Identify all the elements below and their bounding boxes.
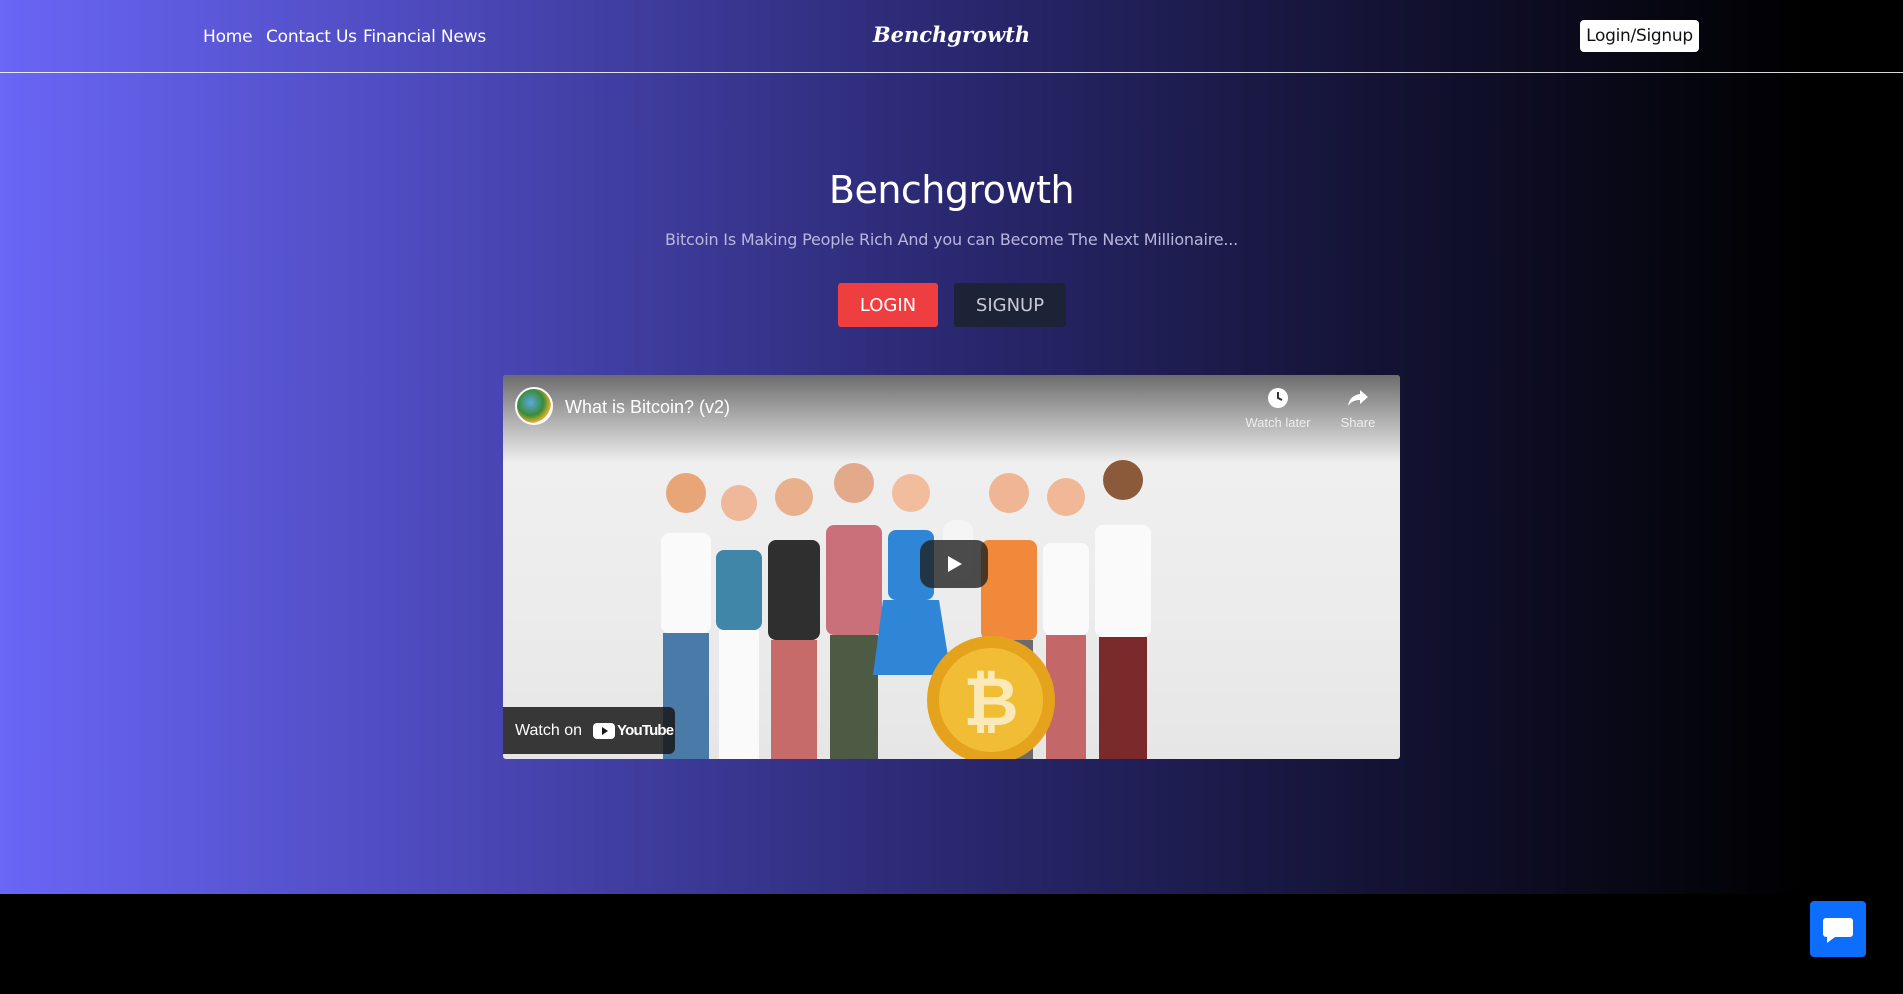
share-button[interactable]: Share	[1318, 387, 1398, 430]
hero-section: Home Contact Us Financial News Benchgrow…	[0, 0, 1903, 894]
youtube-icon	[593, 723, 615, 739]
play-button[interactable]	[920, 540, 988, 588]
watch-on-youtube-link[interactable]: Watch on YouTube	[503, 707, 675, 754]
page-subtitle: Bitcoin Is Making People Rich And you ca…	[664, 230, 1239, 249]
clock-icon	[1268, 388, 1288, 408]
login-button[interactable]: LOGIN	[838, 283, 938, 327]
svg-text:₿: ₿	[963, 664, 1018, 740]
channel-avatar[interactable]	[515, 387, 553, 425]
login-signup-button[interactable]: Login/Signup	[1580, 20, 1699, 52]
watch-later-label: Watch later	[1245, 415, 1311, 430]
chat-bubble-icon	[1823, 918, 1853, 943]
video-player[interactable]: ₿ What is Bitcoin? (v2) Watch later Shar…	[503, 375, 1400, 759]
watch-later-button[interactable]: Watch later	[1238, 387, 1318, 430]
youtube-wordmark: YouTube	[617, 722, 674, 739]
signup-button[interactable]: SIGNUP	[954, 283, 1066, 327]
page-title: Benchgrowth	[828, 168, 1075, 212]
video-title[interactable]: What is Bitcoin? (v2)	[565, 397, 730, 418]
play-icon	[948, 556, 962, 572]
share-icon	[1348, 390, 1368, 406]
share-label: Share	[1340, 415, 1376, 430]
chat-widget-button[interactable]	[1810, 901, 1866, 957]
watch-on-label: Watch on	[515, 722, 582, 739]
navbar: Home Contact Us Financial News Benchgrow…	[0, 0, 1903, 73]
